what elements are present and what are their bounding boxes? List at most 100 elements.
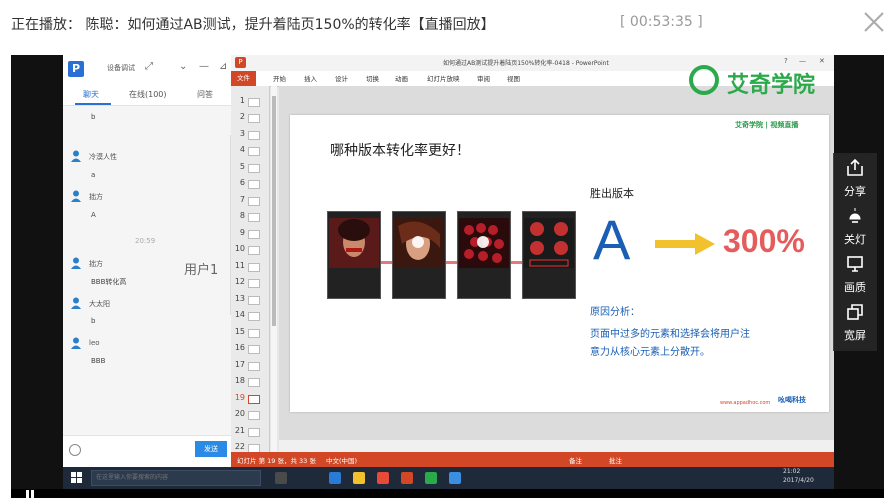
- slide-thumbnails: 1 2 3 4 5 6 7 8 9 10 11 12 13 14 15 16 1…: [231, 86, 270, 453]
- slide-thumb[interactable]: 12: [233, 276, 265, 290]
- slide-thumb[interactable]: 9: [233, 227, 265, 241]
- help-icon[interactable]: ?: [784, 57, 788, 65]
- ribbon-tab-slideshow[interactable]: 幻灯片放映: [427, 73, 460, 83]
- share-button[interactable]: 分享: [833, 153, 877, 201]
- company-logo: 吆喝科技: [778, 396, 806, 404]
- slide-thumb[interactable]: 1: [233, 95, 265, 109]
- taskbar-date: 2017/4/20: [783, 477, 814, 484]
- slide-thumb[interactable]: 3: [233, 128, 265, 142]
- slide-thumb[interactable]: 2: [233, 111, 265, 125]
- slide-thumb-active[interactable]: 19: [233, 392, 265, 406]
- wechat-icon[interactable]: [425, 472, 437, 484]
- chat-input-bar: 发送: [63, 435, 242, 468]
- message-author: 大太阳: [89, 300, 110, 308]
- slide-thumb[interactable]: 14: [233, 309, 265, 323]
- comments-toggle[interactable]: 批注: [609, 455, 622, 465]
- uplift-value: 300%: [723, 223, 805, 259]
- user-avatar-icon: [71, 257, 81, 269]
- user-avatar-icon: [71, 297, 81, 309]
- slide-thumb[interactable]: 5: [233, 161, 265, 175]
- browser-icon[interactable]: [377, 472, 389, 484]
- message-author: 拙方: [89, 260, 103, 268]
- now-playing-title: 正在播放： 陈聪：如何通过AB测试，提升着陆页150%的转化率【直播回放】: [11, 17, 495, 33]
- task-view-icon[interactable]: [275, 472, 287, 484]
- ribbon-tab-view[interactable]: 视图: [507, 73, 520, 83]
- file-explorer-icon[interactable]: [353, 472, 365, 484]
- ribbon-tab-review[interactable]: 审阅: [477, 73, 490, 83]
- expand-icon[interactable]: ⤢: [145, 61, 153, 72]
- windows-taskbar: 21:02 2017/4/20: [63, 467, 834, 489]
- current-slide: 艾奇学院 | 视频直播 哪种版本转化率更好！ 胜出版本 A 300% 原因分析：…: [290, 115, 829, 412]
- message-text: BBB转化高: [91, 278, 127, 286]
- powerpoint-taskbar-icon[interactable]: [401, 472, 413, 484]
- message-author: 冷漠人性: [89, 153, 117, 161]
- slide-thumb[interactable]: 20: [233, 408, 265, 422]
- pause-icon[interactable]: [25, 490, 35, 498]
- scrollbar-thumb[interactable]: [272, 96, 276, 326]
- resize-icon[interactable]: ⊿: [219, 61, 227, 72]
- lights-off-button[interactable]: 关灯: [833, 201, 877, 249]
- chevron-down-icon[interactable]: ⌄: [179, 61, 187, 72]
- slide-thumb[interactable]: 17: [233, 359, 265, 373]
- slide-thumb[interactable]: 13: [233, 293, 265, 307]
- widescreen-label: 宽屏: [844, 329, 866, 342]
- slide-footer-url: www.appadhoc.com: [720, 400, 771, 406]
- connector-line: [444, 261, 458, 264]
- tab-online[interactable]: 在线(100): [129, 89, 167, 100]
- product-grid-image: [524, 218, 574, 268]
- ribbon-tab-home[interactable]: 开始: [273, 73, 286, 83]
- emoji-icon[interactable]: [69, 444, 81, 456]
- variant-screenshot: [457, 211, 511, 299]
- message-author: 拙方: [89, 193, 103, 201]
- app-icon[interactable]: [449, 472, 461, 484]
- widescreen-button[interactable]: 宽屏: [833, 297, 877, 345]
- device-test-label[interactable]: 设备调试: [107, 63, 135, 73]
- tab-qa[interactable]: 问答: [197, 89, 213, 100]
- winner-version: A: [593, 208, 631, 271]
- video-player[interactable]: P 设备调试 ⤢ ⌄ — ⊿ 聊天 在线(100) 问答 b 冷漠人性 a 拙方…: [11, 55, 884, 498]
- elapsed-time: [ 00:53:35 ]: [620, 14, 703, 30]
- ribbon-tab-design[interactable]: 设计: [335, 73, 348, 83]
- slide-thumb[interactable]: 7: [233, 194, 265, 208]
- brand-watermark: 艾奇学院: [689, 65, 839, 105]
- variant-screenshot: [522, 211, 576, 299]
- quality-label: 画质: [844, 281, 866, 294]
- play-icon: [412, 236, 424, 248]
- slide-thumb[interactable]: 4: [233, 144, 265, 158]
- notes-toggle[interactable]: 备注: [569, 455, 582, 465]
- windows-start-icon[interactable]: [71, 472, 82, 483]
- slide-thumb[interactable]: 16: [233, 342, 265, 356]
- slide-thumb[interactable]: 8: [233, 210, 265, 224]
- slide-thumb[interactable]: 21: [233, 425, 265, 439]
- ribbon-tab-animations[interactable]: 动画: [395, 73, 408, 83]
- message-text: BBB: [91, 357, 106, 365]
- variant-screenshot: [392, 211, 446, 299]
- quality-button[interactable]: 画质: [833, 249, 877, 297]
- close-icon[interactable]: ✕: [819, 57, 825, 65]
- slide-canvas: 艾奇学院 | 视频直播 哪种版本转化率更好！ 胜出版本 A 300% 原因分析：…: [279, 86, 834, 452]
- monitor-icon: [847, 256, 863, 272]
- share-icon: [847, 158, 863, 176]
- app-logo-icon: P: [68, 61, 84, 77]
- minimize-icon[interactable]: —: [799, 57, 806, 65]
- language-indicator[interactable]: 中文(中国): [326, 455, 357, 465]
- taskbar-clock: 21:02: [783, 468, 801, 475]
- ribbon-tab-insert[interactable]: 插入: [304, 73, 317, 83]
- slide-thumb[interactable]: 6: [233, 177, 265, 191]
- close-icon[interactable]: [862, 10, 886, 34]
- slide-thumb[interactable]: 15: [233, 326, 265, 340]
- tab-chat[interactable]: 聊天: [83, 89, 99, 100]
- taskbar-search-input[interactable]: [91, 470, 261, 486]
- edge-icon[interactable]: [329, 472, 341, 484]
- ribbon-tab-transitions[interactable]: 切换: [366, 73, 379, 83]
- thumbnail-scrollbar[interactable]: [271, 86, 277, 452]
- ribbon-tab-file[interactable]: 文件: [231, 71, 256, 86]
- slide-thumb[interactable]: 18: [233, 375, 265, 389]
- minimize-icon[interactable]: —: [199, 61, 209, 72]
- send-button[interactable]: 发送: [195, 441, 227, 457]
- horizontal-scrollbar[interactable]: [279, 440, 834, 452]
- message-text: A: [91, 211, 96, 219]
- slide-thumb[interactable]: 11: [233, 260, 265, 274]
- slide-thumb[interactable]: 10: [233, 243, 265, 257]
- slide-thumb[interactable]: 22: [233, 441, 265, 453]
